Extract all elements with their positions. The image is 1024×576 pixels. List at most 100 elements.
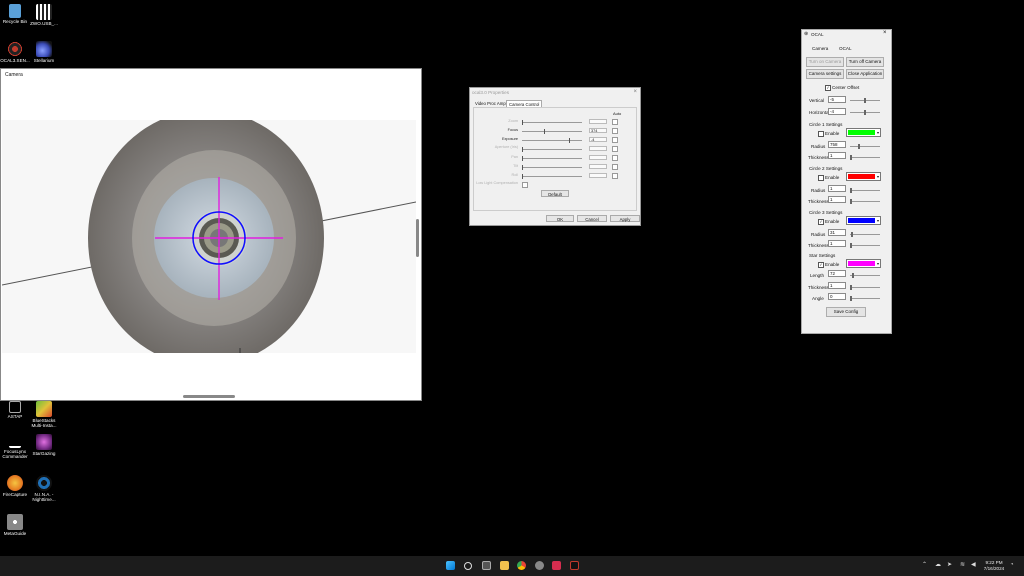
desktop-icon-stargazing[interactable]: StarGazing [27,434,61,456]
camera-properties-dialog[interactable]: ocal3.0 Properties × Video Proc Amp Came… [469,87,641,226]
star-thickness-slider[interactable] [850,285,880,290]
circle3-enable-checkbox[interactable]: ✓ [818,219,824,225]
circle1-color-picker[interactable]: ▾ [846,128,881,137]
center-offset-checkbox[interactable]: ✓ [825,85,831,91]
exposure-auto-checkbox[interactable] [612,137,618,143]
roll-slider[interactable] [522,174,582,179]
circle1-radius-slider[interactable] [850,144,880,149]
tilt-slider[interactable] [522,165,582,170]
circle2-thickness-slider[interactable] [850,199,880,204]
ocal-panel[interactable]: ⊛ OCAL × Camera OCAL Turn on Camera Turn… [801,29,892,334]
start-icon[interactable] [446,561,455,570]
circle2-enable-checkbox[interactable] [818,175,824,181]
star-angle-input[interactable]: 0 [828,293,846,300]
ocal-taskbar-icon[interactable] [552,561,561,570]
focus-slider[interactable] [522,129,582,134]
camera-feed[interactable] [2,120,416,353]
cloud-icon[interactable]: ☁ [935,561,941,570]
cancel-button[interactable]: Cancel [577,215,607,222]
circle3-radius-slider[interactable] [850,232,880,237]
tab-video-proc-amp[interactable]: Video Proc Amp [473,100,508,107]
star-thickness-input[interactable]: 1 [828,282,846,289]
circle1-thickness-slider[interactable] [850,155,880,160]
desktop-icon-stellarium[interactable]: Stellarium [27,41,61,63]
circle1-enable-checkbox[interactable] [818,131,824,137]
close-icon[interactable]: × [883,30,887,36]
aperture-slider[interactable] [522,147,582,152]
tilt-value[interactable] [589,164,607,169]
app-icon[interactable] [535,561,544,570]
vertical-input[interactable]: -5 [828,96,846,103]
zoom-value[interactable] [589,119,607,124]
location-icon[interactable]: ➤ [947,561,952,570]
turn-on-camera-button[interactable]: Turn on Camera [806,57,844,67]
camera-settings-button[interactable]: Camera settings [806,69,844,79]
star-length-input[interactable]: 72 [828,270,846,277]
zoom-slider[interactable] [522,120,582,125]
horizontal-scrollbar[interactable] [183,395,235,398]
circle2-thickness-input[interactable]: 1 [828,196,846,203]
file-explorer-icon[interactable] [500,561,509,570]
zoom-auto-checkbox[interactable] [612,119,618,125]
circle3-color-picker[interactable]: ▾ [846,216,881,225]
pan-slider[interactable] [522,156,582,161]
roll-value[interactable] [589,173,607,178]
aperture-auto-checkbox[interactable] [612,146,618,152]
exposure-value[interactable]: -4 [589,137,607,142]
desktop-icon-metaguide[interactable]: MetaGuide [0,514,32,536]
turn-off-camera-button[interactable]: Turn off Camera [846,57,884,67]
star-length-label: Length [810,273,825,278]
circle3-thickness-input[interactable]: 1 [828,240,846,247]
star-length-slider[interactable] [850,273,880,278]
bluestacks-icon [36,401,52,417]
clock[interactable]: 9:22 PM 7/16/2024 [980,560,1008,572]
star-color-picker[interactable]: ▾ [846,259,881,268]
pan-auto-checkbox[interactable] [612,155,618,161]
camera-image [2,120,416,353]
volume-icon[interactable]: ◀ [971,561,976,570]
menu-camera[interactable]: Camera [812,46,828,51]
low-light-checkbox[interactable] [522,182,528,188]
circle2-radius-slider[interactable] [850,188,880,193]
circle2-color-picker[interactable]: ▾ [846,172,881,181]
horizontal-input[interactable]: -4 [828,108,846,115]
default-button[interactable]: Default [541,190,569,197]
taskbar: ⌃ ☁ ➤ ≋ ◀ ◔ 9:22 PM 7/16/2024 [0,556,1024,576]
desktop-icon-zwo-usb[interactable]: ZWO.USB_... [27,4,61,26]
notification-icon[interactable]: ◔ [1010,561,1014,570]
close-icon[interactable]: × [633,89,637,95]
circle2-radius-input[interactable]: 1 [828,185,846,192]
close-application-button[interactable]: Close Application [846,69,884,79]
desktop-icon-bluestacks[interactable]: BlueStacks Multi-Insta... [27,401,61,428]
apply-button[interactable]: Apply [610,215,640,222]
focus-value[interactable]: 374 [589,128,607,133]
tilt-auto-checkbox[interactable] [612,164,618,170]
vertical-slider[interactable] [850,98,880,103]
ok-button[interactable]: OK [546,215,574,222]
circle3-thickness-slider[interactable] [850,243,880,248]
chrome-icon[interactable] [517,561,526,570]
circle1-radius-input[interactable]: 758 [828,141,846,148]
camera-window[interactable]: Camera [0,68,422,401]
camera-taskbar-icon[interactable] [570,561,579,570]
star-angle-slider[interactable] [850,296,880,301]
circle1-thickness-input[interactable]: 1 [828,152,846,159]
wifi-icon[interactable]: ≋ [960,561,965,570]
star-enable-checkbox[interactable]: ✓ [818,262,824,268]
desktop-icon-nina[interactable]: N.I.N.A. - Nighttime... [27,475,61,502]
focus-auto-checkbox[interactable] [612,128,618,134]
search-icon[interactable] [464,562,472,570]
exposure-slider[interactable] [522,138,582,143]
chevron-up-icon[interactable]: ⌃ [922,561,927,570]
horizontal-slider[interactable] [850,110,880,115]
aperture-value[interactable] [589,146,607,151]
circle3-radius-input[interactable]: 31 [828,229,846,236]
roll-auto-checkbox[interactable] [612,173,618,179]
task-view-icon[interactable] [482,561,491,570]
save-config-button[interactable]: Save Config [826,307,866,317]
menu-ocal[interactable]: OCAL [839,46,852,51]
circle3-radius-label: Radius [811,232,826,237]
vertical-scrollbar[interactable] [416,219,419,257]
qr-code-icon [36,4,52,20]
pan-value[interactable] [589,155,607,160]
